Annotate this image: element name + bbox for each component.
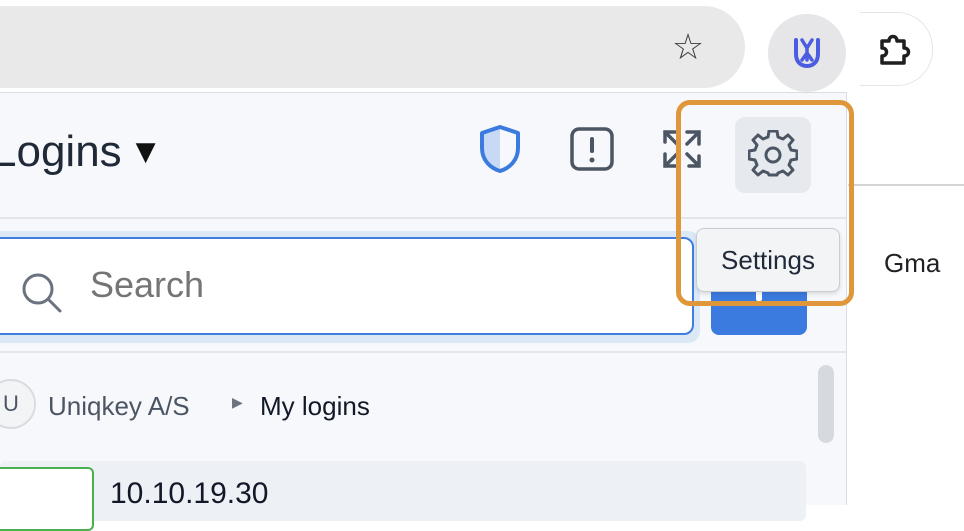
breadcrumb-current: My logins — [260, 391, 370, 421]
chevron-right-icon: ▶ — [232, 395, 243, 411]
search-input[interactable] — [88, 263, 652, 307]
login-thumbnail — [0, 467, 94, 531]
star-icon[interactable]: ☆ — [668, 28, 708, 68]
avatar: U — [0, 379, 36, 429]
shield-icon — [480, 125, 520, 173]
vault-selector[interactable]: Logins ▼ — [0, 127, 156, 177]
search-divider — [0, 351, 846, 353]
page-partial-text: Gma — [884, 248, 941, 278]
alert-icon — [570, 127, 614, 171]
report-button[interactable] — [562, 119, 622, 179]
scrollbar[interactable] — [818, 365, 834, 443]
extensions-puzzle-icon — [880, 34, 911, 65]
address-bar[interactable] — [0, 6, 745, 88]
uniqkey-extension-icon — [794, 38, 820, 69]
page-divider — [848, 184, 964, 186]
security-button[interactable] — [470, 119, 530, 179]
extensions-button[interactable] — [860, 12, 933, 86]
caret-down-icon: ▼ — [135, 137, 156, 167]
highlight-box — [676, 100, 854, 306]
browser-toolbar: ☆ — [0, 0, 964, 92]
uniqkey-extension-button[interactable] — [768, 14, 846, 92]
search-icon — [22, 273, 62, 313]
list-item-title: 10.10.19.30 — [110, 477, 269, 510]
breadcrumb-org[interactable]: Uniqkey A/S — [48, 391, 190, 422]
page-title: Logins — [0, 127, 122, 176]
